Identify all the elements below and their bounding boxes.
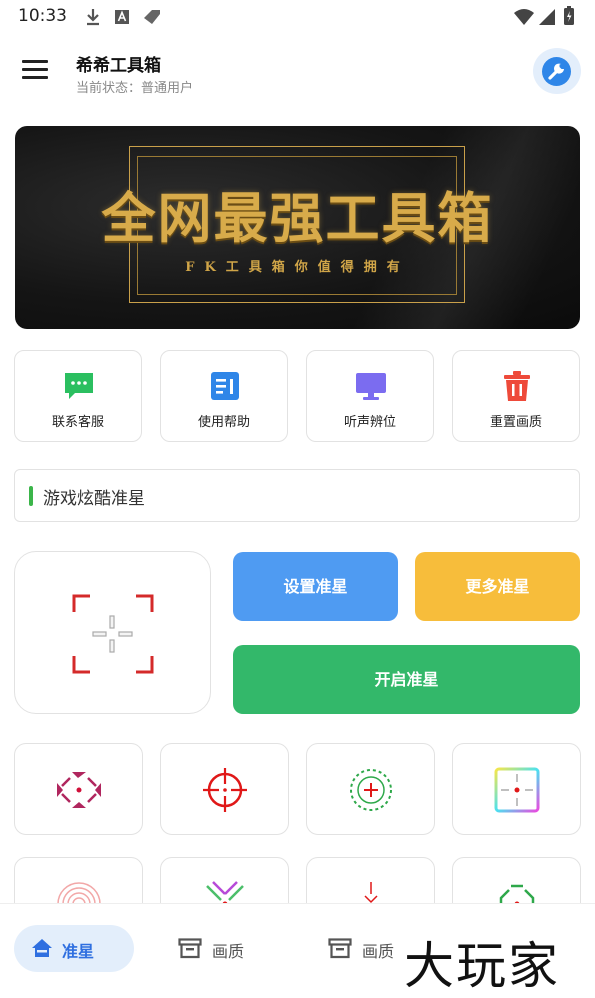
enable-crosshair-button[interactable]: 开启准星 (233, 645, 580, 714)
wrench-icon (542, 57, 571, 86)
home-icon (32, 939, 52, 957)
menu-button[interactable] (22, 58, 50, 82)
promo-banner: 全网最强工具箱 FK工具箱你值得拥有 (15, 126, 580, 329)
archive-icon (328, 938, 352, 959)
crosshair-option-2[interactable] (160, 743, 289, 835)
reset-quality-button[interactable]: 重置画质 (452, 350, 580, 442)
nav-label: 画质 (362, 942, 395, 961)
font-icon (115, 10, 129, 24)
crosshair-scope-icon (203, 768, 247, 812)
nav-tab-quality[interactable]: 画质 (170, 925, 280, 972)
bottom-nav: 准星 画质 画质 大玩家 (0, 903, 595, 995)
wifi-icon (514, 9, 534, 25)
section-header: 游戏炫酷准星 (14, 469, 580, 522)
section-accent-bar (29, 486, 33, 506)
app-title: 希希工具箱 (76, 56, 161, 76)
tool-button[interactable] (533, 48, 581, 94)
nav-label: 准星 (62, 942, 95, 961)
crosshair-preview-icon (72, 594, 154, 674)
archive-icon (178, 938, 202, 959)
nav-tab-crosshair[interactable]: 准星 (14, 925, 134, 972)
help-button[interactable]: 使用帮助 (160, 350, 288, 442)
quick-action-label: 使用帮助 (197, 415, 250, 430)
monitor-icon (356, 373, 386, 400)
sound-locate-button[interactable]: 听声辨位 (306, 350, 434, 442)
crosshair-dotted-ring-icon (350, 769, 392, 811)
quick-action-label: 听声辨位 (343, 415, 396, 430)
nav-label: 画质 (212, 942, 245, 961)
download-icon (87, 9, 99, 26)
user-status: 当前状态：普通用户 (76, 81, 194, 96)
section-title: 游戏炫酷准星 (43, 489, 145, 509)
banner-title: 全网最强工具箱 (101, 186, 494, 250)
quick-action-label: 重置画质 (489, 415, 542, 430)
crosshair-rainbow-box-icon (494, 767, 540, 813)
status-bar: 10:33 (0, 0, 595, 34)
chat-icon (65, 373, 93, 399)
quick-action-label: 联系客服 (51, 415, 104, 430)
banner-subtitle: FK工具箱你值得拥有 (185, 260, 410, 275)
more-crosshair-button[interactable]: 更多准星 (415, 552, 580, 621)
crosshair-octagon-icon (57, 772, 101, 808)
tag-icon (144, 10, 160, 24)
status-time: 10:33 (18, 6, 67, 26)
crosshair-preview (14, 551, 211, 714)
battery-icon (564, 6, 574, 25)
watermark: 大玩家 (404, 937, 560, 995)
set-crosshair-button[interactable]: 设置准星 (233, 552, 398, 621)
crosshair-option-4[interactable] (452, 743, 581, 835)
crosshair-option-3[interactable] (306, 743, 435, 835)
trash-icon (504, 371, 530, 401)
crosshair-option-1[interactable] (14, 743, 143, 835)
signal-icon (539, 9, 555, 25)
contact-service-button[interactable]: 联系客服 (14, 350, 142, 442)
document-icon (211, 372, 239, 400)
